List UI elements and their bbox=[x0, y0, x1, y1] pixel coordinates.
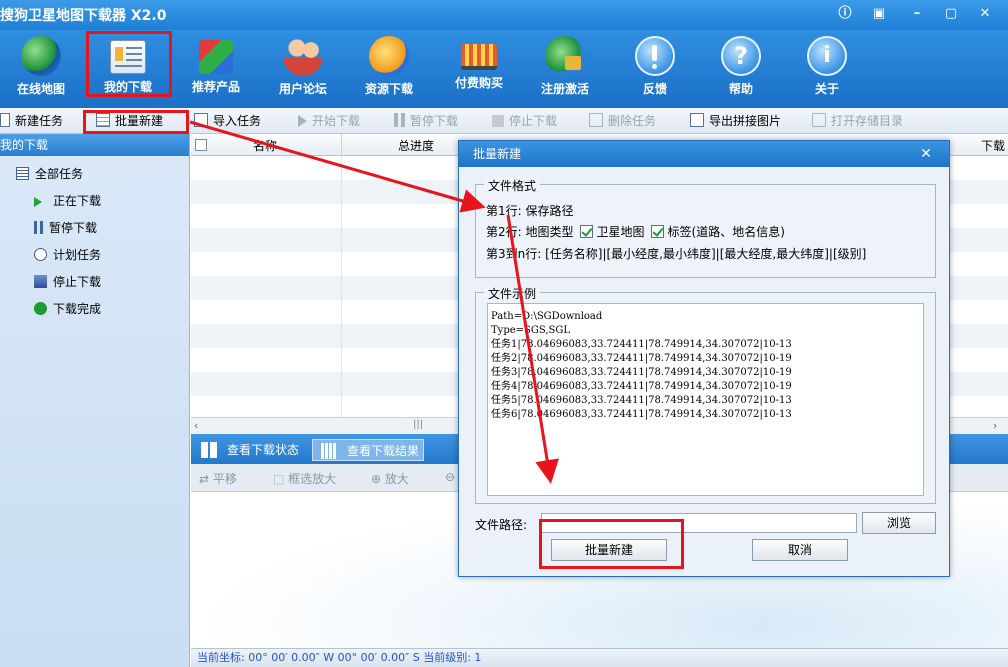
box-zoom-button[interactable]: ⬚ 框选放大 bbox=[273, 470, 336, 487]
scroll-left-icon[interactable]: ‹ bbox=[194, 419, 198, 432]
play-icon bbox=[34, 197, 42, 207]
file-format-title: 文件格式 bbox=[484, 177, 541, 194]
sidebar-item-all-tasks[interactable]: 全部任务 bbox=[16, 165, 83, 183]
toolbar-resources[interactable]: 资源下载 bbox=[348, 32, 430, 100]
export-image-icon bbox=[690, 113, 704, 127]
pause-icon bbox=[394, 113, 405, 127]
toolbar-register[interactable]: 注册激活 bbox=[524, 32, 606, 100]
format-line-1: 第1行: 保存路径 bbox=[486, 204, 574, 218]
title-bar: 搜狗卫星地图下载器 X2.0 ⓘ ▣ – ▢ ✕ bbox=[0, 0, 1008, 30]
delete-icon bbox=[589, 113, 603, 127]
file-example-title: 文件示例 bbox=[484, 285, 541, 302]
info-icon[interactable]: ⓘ bbox=[832, 4, 858, 24]
sidebar-item-completed[interactable]: 下载完成 bbox=[34, 300, 101, 318]
check-circle-icon bbox=[34, 302, 47, 315]
export-mosaic-button[interactable]: 导出拼接图片 bbox=[690, 112, 781, 130]
example-line: Path=D:\SGDownload bbox=[491, 311, 603, 322]
example-line: 任务4|78.04696083,33.724411|78.749914,34.3… bbox=[491, 381, 792, 392]
question-icon: ? bbox=[721, 36, 761, 76]
label-checkbox[interactable] bbox=[650, 225, 664, 238]
zoom-out-icon[interactable]: ⊖ bbox=[445, 470, 455, 484]
minimize-icon[interactable]: – bbox=[904, 4, 930, 24]
delete-task-button[interactable]: 删除任务 bbox=[589, 112, 656, 130]
format-line-3: 第3到n行: [任务名称]|[最小经度,最小纬度]|[最大经度,最大纬度]|[级… bbox=[486, 247, 867, 261]
example-line: 任务2|78.04696083,33.724411|78.749914,34.3… bbox=[491, 353, 792, 364]
tab-download-result[interactable]: 查看下载结果 bbox=[312, 439, 424, 461]
zoom-in-button[interactable]: ⊕ 放大 bbox=[371, 470, 409, 487]
about-info-icon: i bbox=[807, 36, 847, 76]
cart-icon bbox=[461, 44, 497, 70]
new-task-icon bbox=[0, 113, 10, 127]
toolbar-purchase[interactable]: 付费购买 bbox=[438, 32, 520, 100]
sidebar-item-stopped[interactable]: 停止下载 bbox=[34, 273, 101, 291]
feedback-icon bbox=[635, 36, 675, 76]
column-download[interactable]: 下载 bbox=[981, 137, 1005, 154]
menu-icon[interactable]: ▣ bbox=[866, 4, 892, 24]
browse-button[interactable]: 浏览 bbox=[862, 512, 936, 534]
scroll-right-icon[interactable]: › bbox=[993, 419, 997, 432]
clock-icon bbox=[34, 248, 47, 261]
highlight-batch-new bbox=[83, 110, 189, 134]
sidebar-header: 我的下载 bbox=[0, 134, 189, 156]
sidebar: 我的下载 全部任务 正在下载 暂停下载 计划任务 停止下载 下载完成 bbox=[0, 134, 190, 667]
open-storage-button[interactable]: 打开存储目录 bbox=[812, 112, 903, 130]
tab-download-status[interactable]: 查看下载状态 bbox=[193, 439, 305, 461]
list-icon bbox=[16, 167, 29, 180]
column-name[interactable]: 名称 bbox=[253, 137, 277, 154]
new-task-button[interactable]: 新建任务 bbox=[0, 112, 63, 130]
sidebar-item-paused[interactable]: 暂停下载 bbox=[34, 219, 97, 237]
highlight-confirm-button bbox=[539, 519, 684, 569]
grid-icon bbox=[201, 442, 217, 458]
scroll-thumb-grip-icon[interactable]: ||| bbox=[413, 419, 423, 430]
maximize-icon[interactable]: ▢ bbox=[938, 4, 964, 24]
close-icon[interactable]: ✕ bbox=[972, 4, 998, 24]
sidebar-item-scheduled[interactable]: 计划任务 bbox=[34, 246, 101, 264]
stop-download-button[interactable]: 停止下载 bbox=[492, 112, 557, 130]
toolbar-online-map[interactable]: 在线地图 bbox=[0, 32, 82, 100]
example-line: 任务5|78.04696083,33.724411|78.749914,34.3… bbox=[491, 395, 792, 406]
toolbar-about[interactable]: i 关于 bbox=[786, 32, 868, 100]
mosaic-icon bbox=[321, 443, 337, 459]
pause-icon bbox=[34, 221, 43, 234]
toolbar-feedback[interactable]: 反馈 bbox=[614, 32, 696, 100]
stop-icon bbox=[492, 115, 504, 127]
example-line: 任务6|78.04696083,33.724411|78.749914,34.3… bbox=[491, 409, 792, 420]
highlight-my-downloads bbox=[86, 31, 172, 97]
lock-globe-icon bbox=[545, 36, 585, 76]
satellite-checkbox[interactable] bbox=[579, 225, 593, 238]
batch-new-dialog: 批量新建 ✕ 文件格式 第1行: 保存路径 第2行: 地图类型 卫星地图 标签(道路… bbox=[458, 140, 950, 577]
pause-download-button[interactable]: 暂停下载 bbox=[394, 112, 458, 130]
format-line-2: 第2行: 地图类型 卫星地图 标签(道路、地名信息) bbox=[486, 225, 785, 239]
dialog-title: 批量新建 bbox=[459, 141, 949, 167]
cubes-icon bbox=[199, 40, 233, 74]
column-total-progress[interactable]: 总进度 bbox=[398, 137, 434, 154]
sidebar-item-downloading[interactable]: 正在下载 bbox=[34, 192, 101, 210]
folder-icon bbox=[812, 113, 826, 127]
example-line: 任务3|78.04696083,33.724411|78.749914,34.3… bbox=[491, 367, 792, 378]
play-icon bbox=[298, 115, 307, 127]
resource-globe-icon bbox=[369, 36, 409, 76]
window-title: 搜狗卫星地图下载器 X2.0 bbox=[0, 8, 167, 24]
main-toolbar: 在线地图 我的下载 推荐产品 用户论坛 资源下载 付费购买 注册激活 反馈 ? … bbox=[0, 30, 1008, 108]
cancel-button[interactable]: 取消 bbox=[752, 539, 848, 561]
import-task-button[interactable]: 导入任务 bbox=[194, 112, 261, 130]
example-line: Type=SGS,SGL bbox=[491, 325, 571, 336]
status-bar: 当前坐标: 00° 00′ 0.00″ W 00° 00′ 0.00″ S 当前… bbox=[191, 648, 1008, 667]
toolbar-help[interactable]: ? 帮助 bbox=[700, 32, 782, 100]
example-line: 任务1|78.04696083,33.724411|78.749914,34.3… bbox=[491, 339, 792, 350]
file-format-group: 文件格式 第1行: 保存路径 第2行: 地图类型 卫星地图 标签(道路、地名信息) … bbox=[475, 177, 936, 278]
file-path-label: 文件路径: bbox=[475, 518, 528, 532]
globe-icon bbox=[21, 36, 61, 76]
dialog-close-icon[interactable]: ✕ bbox=[911, 144, 941, 164]
toolbar-forum[interactable]: 用户论坛 bbox=[262, 32, 344, 100]
select-all-checkbox[interactable] bbox=[195, 139, 207, 151]
stop-icon bbox=[34, 275, 47, 288]
toolbar-recommended[interactable]: 推荐产品 bbox=[175, 32, 257, 100]
example-textarea[interactable]: Path=D:\SGDownload Type=SGS,SGL 任务1|78.046… bbox=[487, 303, 924, 496]
coordinate-readout: 当前坐标: 00° 00′ 0.00″ W 00° 00′ 0.00″ S 当前… bbox=[197, 651, 482, 664]
pan-button[interactable]: ⇄ 平移 bbox=[199, 470, 237, 487]
import-icon bbox=[194, 113, 208, 127]
users-icon bbox=[283, 36, 323, 76]
start-download-button[interactable]: 开始下载 bbox=[298, 112, 360, 130]
